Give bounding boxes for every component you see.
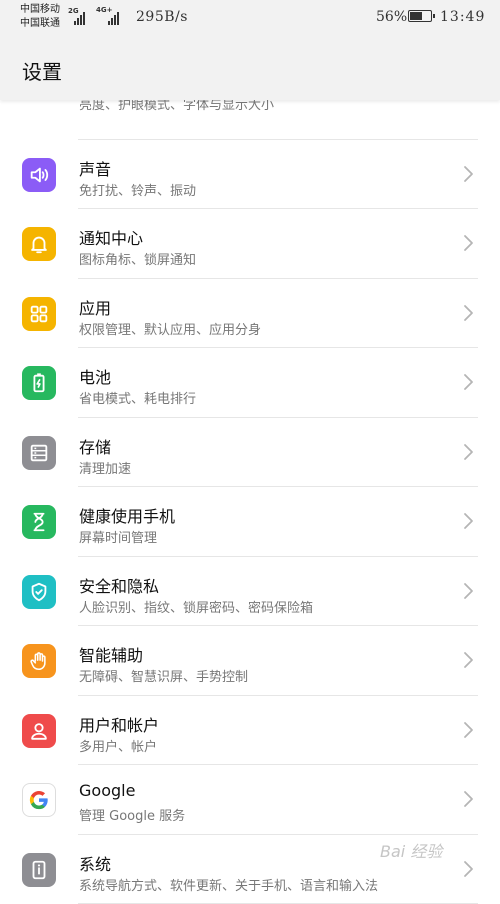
settings-list[interactable]: 显示亮度、护眼模式、字体与显示大小声音免打扰、铃声、振动通知中心图标角标、锁屏通… <box>0 70 500 904</box>
user-icon <box>22 714 56 748</box>
settings-item-title: 健康使用手机 <box>79 503 175 527</box>
battery-percent: 56% <box>376 9 407 25</box>
settings-item-subtitle: 无障碍、智慧识屏、手势控制 <box>79 666 248 685</box>
carrier-2: 中国联通 <box>20 17 60 31</box>
phone-info-icon <box>22 853 56 887</box>
settings-item-subtitle: 清理加速 <box>79 458 131 477</box>
settings-item-title: 系统 <box>79 851 111 875</box>
chevron-right-icon <box>462 511 476 531</box>
settings-item-title: 安全和隐私 <box>79 573 159 597</box>
settings-item-subtitle: 省电模式、耗电排行 <box>79 388 196 407</box>
chevron-right-icon <box>462 233 476 253</box>
settings-item-2[interactable]: 通知中心图标角标、锁屏通知 <box>0 209 500 279</box>
settings-item-subtitle: 免打扰、铃声、振动 <box>79 180 196 199</box>
settings-item-title: 电池 <box>79 364 111 388</box>
hourglass-icon <box>22 505 56 539</box>
settings-item-title: 用户和帐户 <box>79 712 159 736</box>
settings-item-title: 通知中心 <box>79 225 143 249</box>
settings-item-9[interactable]: 用户和帐户多用户、帐户 <box>0 696 500 766</box>
battery-icon <box>22 366 56 400</box>
settings-item-1[interactable]: 声音免打扰、铃声、振动 <box>0 140 500 210</box>
apps-grid-icon <box>22 297 56 331</box>
settings-item-6[interactable]: 健康使用手机屏幕时间管理 <box>0 487 500 557</box>
network-speed: 295B/s <box>136 9 188 25</box>
chevron-right-icon <box>462 789 476 809</box>
settings-item-3[interactable]: 应用权限管理、默认应用、应用分身 <box>0 279 500 349</box>
signal-strength-1-icon <box>74 12 85 25</box>
settings-item-subtitle: 屏幕时间管理 <box>79 527 157 546</box>
settings-item-10[interactable]: Google 管理 Google 服务 <box>0 765 500 835</box>
settings-item-8[interactable]: 智能辅助无障碍、智慧识屏、手势控制 <box>0 626 500 696</box>
settings-item-title: 智能辅助 <box>79 642 143 666</box>
settings-item-5[interactable]: 存储清理加速 <box>0 418 500 488</box>
app-header: 设置 <box>0 36 500 100</box>
settings-item-subtitle: 图标角标、锁屏通知 <box>79 249 196 268</box>
settings-item-title: Google <box>79 781 135 800</box>
google-icon <box>22 783 56 817</box>
bell-icon <box>22 227 56 261</box>
shield-icon <box>22 575 56 609</box>
settings-item-title: 应用 <box>79 295 111 319</box>
chevron-right-icon <box>462 372 476 392</box>
chevron-right-icon <box>462 581 476 601</box>
settings-item-subtitle: 管理 Google 服务 <box>79 805 185 824</box>
settings-item-title: 存储 <box>79 434 111 458</box>
storage-icon <box>22 436 56 470</box>
settings-item-subtitle: 多用户、帐户 <box>79 736 157 755</box>
signal-strength-2-icon <box>108 12 119 25</box>
settings-item-subtitle: 权限管理、默认应用、应用分身 <box>79 319 261 338</box>
chevron-right-icon <box>462 720 476 740</box>
status-bar: 中国移动 中国联通 2G 4G+ 295B/s 56% 13:49 <box>0 0 500 36</box>
watermark: Bai 经验 <box>380 838 442 862</box>
chevron-right-icon <box>462 303 476 323</box>
clock: 13:49 <box>440 9 485 25</box>
settings-item-7[interactable]: 安全和隐私人脸识别、指纹、锁屏密码、密码保险箱 <box>0 557 500 627</box>
page-title: 设置 <box>22 56 62 85</box>
chevron-right-icon <box>462 650 476 670</box>
battery-status-icon <box>408 10 432 22</box>
settings-item-title: 声音 <box>79 156 111 180</box>
carrier-names: 中国移动 中国联通 <box>20 3 60 31</box>
chevron-right-icon <box>462 859 476 879</box>
settings-item-subtitle: 人脸识别、指纹、锁屏密码、密码保险箱 <box>79 597 313 616</box>
carrier-1: 中国移动 <box>20 3 60 17</box>
settings-item-subtitle: 系统导航方式、软件更新、关于手机、语言和输入法 <box>79 875 378 894</box>
settings-item-4[interactable]: 电池省电模式、耗电排行 <box>0 348 500 418</box>
chevron-right-icon <box>462 442 476 462</box>
hand-icon <box>22 644 56 678</box>
chevron-right-icon <box>462 164 476 184</box>
speaker-icon <box>22 158 56 192</box>
